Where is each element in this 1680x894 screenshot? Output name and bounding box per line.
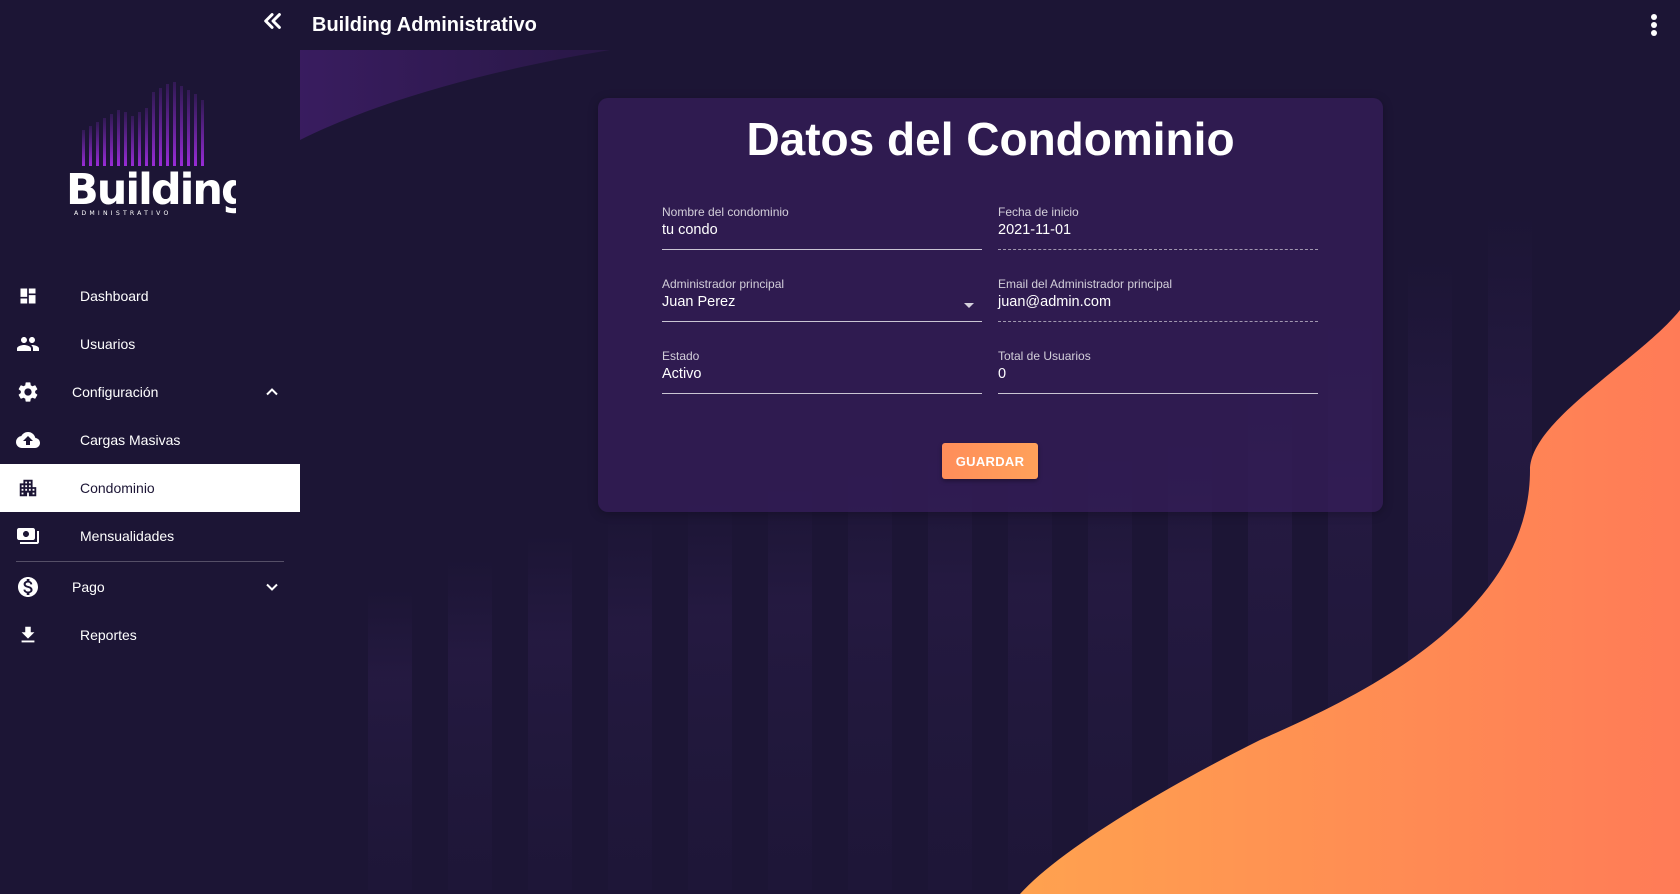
apartment-icon <box>16 476 40 500</box>
field-underline <box>662 249 982 250</box>
total-usuarios-input[interactable] <box>998 366 1298 382</box>
payments-icon <box>16 524 40 548</box>
download-icon <box>16 623 40 647</box>
sidebar-item-label: Reportes <box>80 627 137 643</box>
sidebar-item-cargas-masivas[interactable]: Cargas Masivas <box>0 416 300 464</box>
collapse-sidebar-button[interactable] <box>258 6 288 36</box>
sidebar-item-label: Cargas Masivas <box>80 432 181 448</box>
field-label: Nombre del condominio <box>662 205 789 219</box>
sidebar-item-usuarios[interactable]: Usuarios <box>0 320 300 368</box>
field-underline <box>998 321 1318 322</box>
sidebar-divider <box>16 561 284 562</box>
administrador-value[interactable]: Juan Perez <box>662 294 962 310</box>
sidebar-item-reportes[interactable]: Reportes <box>0 611 300 659</box>
sidebar-item-mensualidades[interactable]: Mensualidades <box>0 512 300 560</box>
app-title: Building Administrativo <box>312 14 537 36</box>
save-button[interactable]: GUARDAR <box>942 443 1038 479</box>
field-underline <box>662 321 982 322</box>
sidebar-item-label: Mensualidades <box>80 528 175 544</box>
sidebar-item-pago[interactable]: Pago <box>0 563 300 611</box>
chevron-up-icon <box>260 380 284 404</box>
field-underline <box>998 393 1318 394</box>
main-content: Building Administrativo Datos del Condom… <box>300 0 1680 894</box>
form-title: Datos del Condominio <box>746 113 1235 165</box>
field-label: Fecha de inicio <box>998 205 1079 219</box>
dollar-circle-icon <box>16 575 40 599</box>
sidebar-item-label: Configuración <box>72 384 159 400</box>
sidebar-item-condominio[interactable]: Condominio <box>0 464 300 512</box>
dashboard-icon <box>16 284 40 308</box>
estado-input[interactable] <box>662 366 962 382</box>
people-icon <box>16 332 40 356</box>
field-label: Email del Administrador principal <box>998 277 1173 291</box>
logo-word: Building <box>68 165 236 215</box>
sidebar: Building ADMINISTRATIVO Dashboard Usuari… <box>0 0 300 894</box>
gear-icon <box>16 380 40 404</box>
sidebar-nav: Dashboard Usuarios Configuración Cargas … <box>0 272 300 659</box>
sidebar-item-configuracion[interactable]: Configuración <box>0 368 300 416</box>
total-usuarios-field[interactable]: Total de Usuarios <box>998 349 1318 397</box>
field-underline <box>662 393 982 394</box>
fecha-inicio-value: 2021-11-01 <box>998 222 1072 238</box>
double-chevron-left-icon <box>264 13 281 29</box>
field-label: Administrador principal <box>662 277 785 291</box>
sidebar-item-dashboard[interactable]: Dashboard <box>0 272 300 320</box>
field-label: Estado <box>662 349 700 363</box>
cloud-upload-icon <box>16 428 40 452</box>
field-label: Total de Usuarios <box>998 349 1091 363</box>
dropdown-arrow-icon[interactable] <box>964 303 974 308</box>
sidebar-item-label: Dashboard <box>80 288 149 304</box>
logo-subtitle: ADMINISTRATIVO <box>74 210 172 217</box>
field-underline <box>998 249 1318 250</box>
sidebar-item-label: Condominio <box>80 480 155 496</box>
nombre-condominio-field[interactable]: Nombre del condominio <box>662 205 982 253</box>
fecha-inicio-field: Fecha de inicio 2021-11-01 <box>998 205 1318 253</box>
sidebar-item-label: Usuarios <box>80 336 136 352</box>
logo: Building ADMINISTRATIVO <box>66 82 252 222</box>
more-options-button[interactable] <box>1642 10 1666 40</box>
email-admin-field: Email del Administrador principal juan@a… <box>998 277 1318 325</box>
email-admin-value: juan@admin.com <box>998 294 1112 310</box>
nombre-condominio-input[interactable] <box>662 222 962 238</box>
app-root: Building ADMINISTRATIVO Dashboard Usuari… <box>0 0 1680 894</box>
estado-field[interactable]: Estado <box>662 349 982 397</box>
condominio-form-card: Datos del Condominio Nombre del condomin… <box>598 98 1383 512</box>
sidebar-item-label: Pago <box>72 579 105 595</box>
chevron-down-icon <box>260 575 284 599</box>
more-vert-icon <box>1651 14 1657 36</box>
administrador-select[interactable]: Administrador principal Juan Perez <box>662 277 982 325</box>
